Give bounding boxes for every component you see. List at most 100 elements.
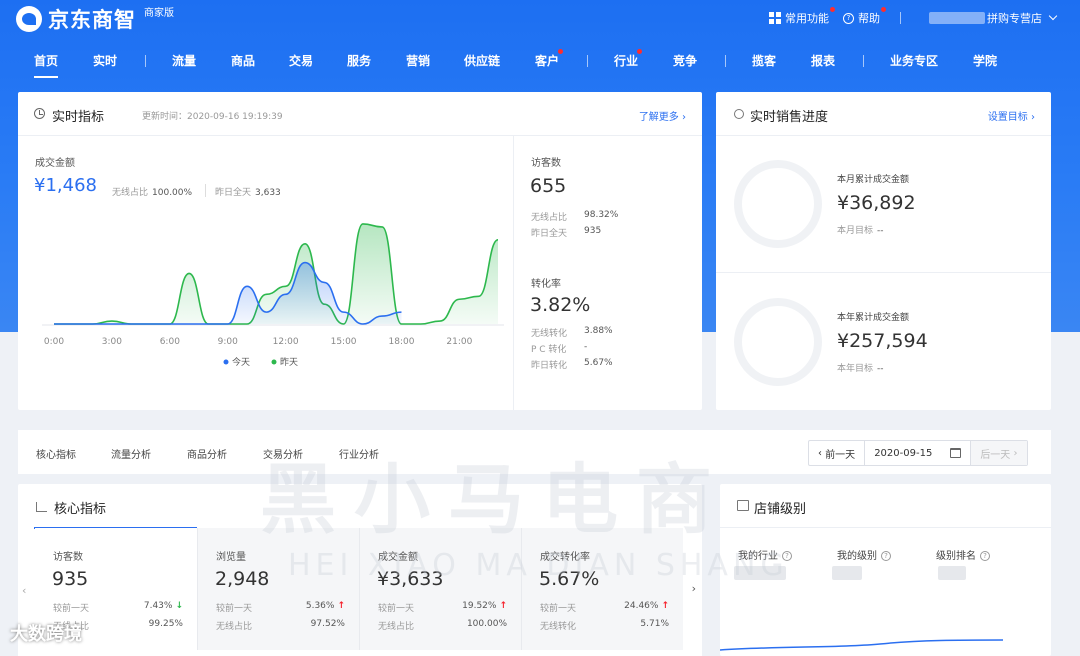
- visitors-wireless-label: 无线占比: [531, 213, 568, 223]
- wireless-value: 99.25%: [148, 619, 183, 629]
- nav-academy[interactable]: 学院: [973, 52, 997, 69]
- year-gmv-label: 本年累计成交金额: [837, 313, 910, 323]
- tab-product-analysis[interactable]: 商品分析: [187, 446, 227, 461]
- card-header: 实时销售进度 设置目标 ›: [716, 92, 1051, 136]
- prev-day-button[interactable]: ‹ 前一天: [809, 441, 866, 465]
- compare-percent: 7.43%: [143, 601, 173, 611]
- logo[interactable]: 京东商智 商家版: [16, 4, 174, 34]
- metric-value: 2,948: [215, 568, 270, 590]
- nav-supply-chain[interactable]: 供应链: [464, 52, 500, 69]
- legend-label[interactable]: 昨天: [280, 356, 298, 368]
- nav-industry-label: 行业: [614, 54, 639, 68]
- card-title: 核心指标: [54, 502, 107, 517]
- question-icon[interactable]: ?: [881, 551, 891, 561]
- legend-marker[interactable]: [271, 359, 277, 365]
- tab-core-metrics[interactable]: 核心指标: [36, 446, 76, 461]
- compare-value: 24.46% ↑: [624, 601, 669, 611]
- nav-customers[interactable]: 客户: [535, 49, 564, 69]
- visitors-wireless-value: 98.32%: [584, 210, 619, 220]
- metric-card-conversion[interactable]: 成交转化率 5.67% 较前一天 24.46% ↑ 无线转化 5.71%: [521, 528, 683, 650]
- conversion-yesterday-label: 昨日转化: [531, 361, 568, 371]
- nav-marketing[interactable]: 营销: [406, 52, 430, 69]
- question-icon[interactable]: ?: [782, 551, 792, 561]
- gmv-wireless-value: 100.00%: [152, 188, 193, 198]
- rank-value-blurred: [938, 566, 966, 580]
- my-industry-text: 我的行业: [738, 551, 778, 562]
- compare-label: 较前一天: [540, 604, 577, 614]
- year-progress-ring: [734, 298, 822, 386]
- divider: [716, 272, 1051, 273]
- legend-label[interactable]: 今天: [232, 356, 250, 368]
- learn-more-link[interactable]: 了解更多 ›: [639, 108, 686, 123]
- nav-service[interactable]: 服务: [347, 52, 371, 69]
- compare-percent: 5.36%: [305, 601, 335, 611]
- nav-home[interactable]: 首页: [34, 52, 59, 78]
- x-tick-label: 0:00: [44, 337, 64, 347]
- level-trend-path: [720, 639, 1004, 651]
- level-value-blurred: [832, 566, 862, 580]
- common-functions-label: 常用功能: [785, 12, 829, 25]
- compare-value: 5.36% ↑: [306, 601, 345, 611]
- legend-marker[interactable]: [223, 359, 229, 365]
- nav-trade[interactable]: 交易: [289, 52, 313, 69]
- nav-reports[interactable]: 报表: [811, 52, 835, 69]
- store-icon: [737, 500, 749, 511]
- nav-divider: [863, 55, 864, 67]
- level-rank-label: 级别排名?: [936, 547, 990, 562]
- gmv-label: 成交金额: [35, 158, 75, 169]
- metric-value: 935: [52, 568, 89, 590]
- card-title: 实时销售进度: [750, 110, 829, 125]
- set-goal-link[interactable]: 设置目标 ›: [988, 108, 1035, 123]
- scroll-right-button[interactable]: ›: [692, 582, 696, 595]
- update-time: 更新时间：2020-09-16 19:19:39: [142, 112, 283, 122]
- tab-traffic-analysis[interactable]: 流量分析: [111, 446, 151, 461]
- analysis-tabs-bar: 核心指标 流量分析 商品分析 交易分析 行业分析 ‹ 前一天 2020-09-1…: [18, 430, 1051, 474]
- my-industry-label: 我的行业?: [738, 547, 792, 562]
- conversion-wireless-value: 3.88%: [584, 326, 613, 336]
- corner-watermark: 大数跨境: [10, 624, 82, 645]
- scroll-left-button[interactable]: ‹: [22, 584, 26, 597]
- level-trend-line: [720, 639, 1004, 651]
- store-switcher[interactable]: 拼购专营店: [987, 10, 1058, 26]
- gmv-wireless-label: 无线占比: [112, 188, 149, 198]
- nav-traffic[interactable]: 流量: [172, 52, 196, 69]
- month-gmv-value: ¥36,892: [837, 192, 916, 214]
- compare-label: 较前一天: [216, 604, 253, 614]
- help-button[interactable]: ? 帮助: [843, 7, 886, 26]
- x-tick-label: 21:00: [446, 337, 472, 347]
- compare-percent: 19.52%: [462, 601, 497, 611]
- nav-products[interactable]: 商品: [231, 52, 255, 69]
- visitors-value: 655: [530, 175, 567, 197]
- common-functions-button[interactable]: 常用功能: [769, 7, 835, 26]
- tab-industry-analysis[interactable]: 行业分析: [339, 446, 379, 461]
- nav-business-zone[interactable]: 业务专区: [890, 52, 938, 69]
- tab-trade-analysis[interactable]: 交易分析: [263, 446, 303, 461]
- nav-competition[interactable]: 竞争: [673, 52, 697, 69]
- card-header: 实时指标 更新时间：2020-09-16 19:19:39 了解更多 ›: [18, 92, 702, 136]
- date-picker[interactable]: 2020-09-15: [865, 441, 972, 465]
- nav-acquire[interactable]: 揽客: [752, 52, 776, 69]
- question-icon[interactable]: ?: [980, 551, 990, 561]
- notification-dot: [830, 7, 835, 12]
- divider: [205, 184, 206, 197]
- card-header: 店铺级别: [720, 484, 1051, 528]
- nav-industry[interactable]: 行业: [614, 49, 643, 69]
- month-gmv-label: 本月累计成交金额: [837, 175, 910, 185]
- sales-progress-card: 实时销售进度 设置目标 › 本月累计成交金额 ¥36,892 本月目标 -- 本年…: [716, 92, 1051, 410]
- grid-icon: [769, 12, 781, 24]
- metric-label: 成交转化率: [540, 552, 590, 563]
- arrow-up-icon: ↑: [337, 601, 345, 611]
- nav-realtime[interactable]: 实时: [93, 52, 117, 69]
- notification-dot: [558, 49, 564, 54]
- metric-label: 访客数: [53, 552, 83, 563]
- x-tick-label: 9:00: [218, 337, 238, 347]
- metric-card-gmv[interactable]: 成交金额 ¥3,633 较前一天 19.52% ↑ 无线占比 100.00%: [359, 528, 521, 650]
- conversion-yesterday-value: 5.67%: [584, 358, 613, 368]
- x-tick-label: 3:00: [102, 337, 122, 347]
- help-icon: ?: [843, 12, 854, 24]
- gmv-wireless-share: 无线占比 100.00%: [112, 185, 192, 198]
- metric-card-pageviews[interactable]: 浏览量 2,948 较前一天 5.36% ↑ 无线占比 97.52%: [197, 528, 359, 650]
- wireless-label: 无线占比: [216, 622, 253, 632]
- next-day-button[interactable]: 后一天 ›: [971, 441, 1027, 465]
- divider: [900, 12, 901, 24]
